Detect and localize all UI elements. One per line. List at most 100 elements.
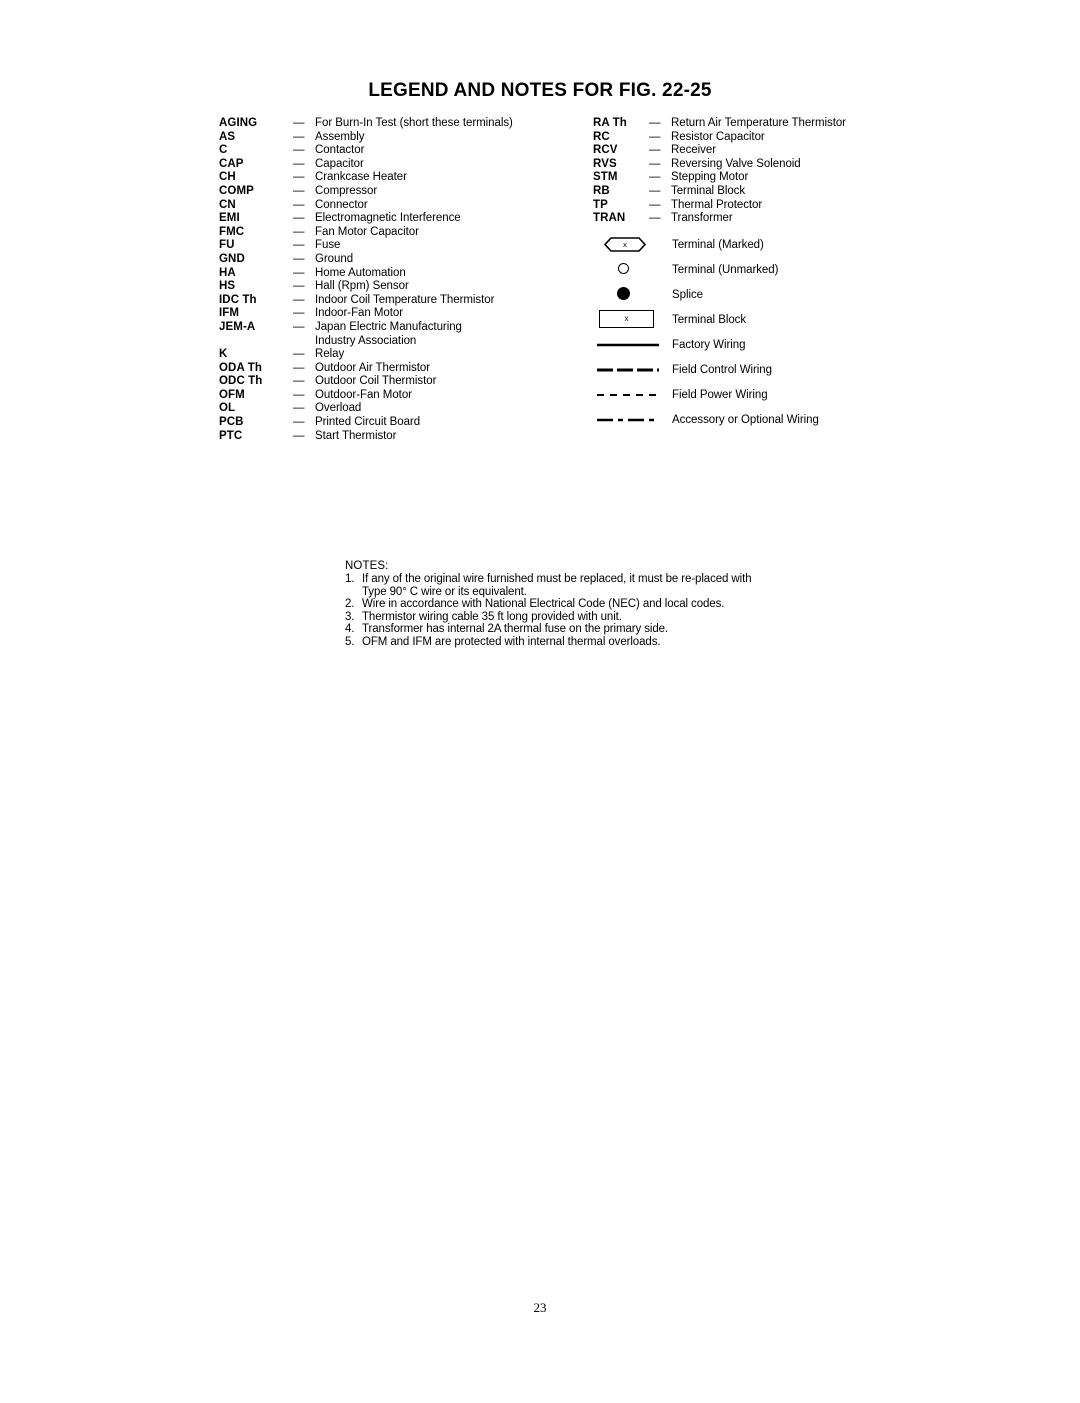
legend-column-right: RA Th — Return Air Temperature Thermistor R… <box>593 117 923 226</box>
legend-dash: — <box>649 130 661 143</box>
legend-dash: — <box>293 320 305 333</box>
legend-definition: Outdoor Air Thermistor <box>315 361 431 374</box>
legend-abbreviation: TRAN <box>593 212 626 225</box>
legend-abbreviation: JEM-A <box>219 320 256 333</box>
note-text: Transformer has internal 2A thermal fuse… <box>362 623 669 636</box>
legend-definition: Start Thermistor <box>315 429 397 442</box>
document-page: LEGEND AND NOTES FOR FIG. 22-25 AGING — Fo… <box>0 0 1080 1403</box>
legend-abbreviation: K <box>219 348 228 361</box>
legend-row: C — Contactor <box>219 144 564 158</box>
note-item: 2. Wire in accordance with National Elect… <box>345 598 775 611</box>
legend-dash: — <box>293 361 305 374</box>
legend-row: AS — Assembly <box>219 131 564 145</box>
legend-row: EMI — Electromagnetic Interference <box>219 212 564 226</box>
legend-definition: Contactor <box>315 144 365 157</box>
legend-dash: — <box>293 212 305 225</box>
legend-row: ODA Th — Outdoor Air Thermistor <box>219 362 564 376</box>
legend-definition: Outdoor Coil Thermistor <box>315 375 437 388</box>
note-number: 5. <box>345 635 355 648</box>
legend-definition: Capacitor <box>315 157 364 170</box>
legend-abbreviation: AS <box>219 130 236 143</box>
legend-abbreviation: COMP <box>219 184 254 197</box>
legend-abbreviation: FMC <box>219 225 245 238</box>
legend-dash: — <box>293 225 305 238</box>
legend-definition: Indoor-Fan Motor <box>315 307 404 320</box>
legend-dash: — <box>293 402 305 415</box>
legend-abbreviation: OL <box>219 402 236 415</box>
note-item: 3. Thermistor wiring cable 35 ft long pro… <box>345 611 775 624</box>
notes-block: NOTES: 1. If any of the original wire fur… <box>345 560 775 649</box>
legend-row: RB — Terminal Block <box>593 185 923 199</box>
symbol-label: Accessory or Optional Wiring <box>672 413 819 426</box>
legend-abbreviation: C <box>219 144 228 157</box>
legend-dash: — <box>293 293 305 306</box>
symbol-label: Terminal Block <box>672 313 747 326</box>
legend-definition: Fuse <box>315 239 341 252</box>
symbol-label: Terminal (Unmarked) <box>672 263 779 276</box>
legend-column-left: AGING — For Burn-In Test (short these term… <box>219 117 564 443</box>
legend-row: GND — Ground <box>219 253 564 267</box>
symbol-row: x Terminal (Marked) <box>593 232 923 257</box>
legend-abbreviation: PTC <box>219 429 243 442</box>
terminal-block-marker-label: x <box>624 314 629 323</box>
legend-definition: Outdoor-Fan Motor <box>315 388 412 401</box>
legend-dash: — <box>293 375 305 388</box>
legend-abbreviation: ODA Th <box>219 361 262 374</box>
symbol-row: Splice <box>593 282 923 307</box>
legend-row: FMC — Fan Motor Capacitor <box>219 226 564 240</box>
note-item: 5. OFM and IFM are protected with interna… <box>345 636 775 649</box>
legend-abbreviation: GND <box>219 252 245 265</box>
legend-row: RCV — Receiver <box>593 144 923 158</box>
solid-line-icon <box>593 332 672 357</box>
page-title: LEGEND AND NOTES FOR FIG. 22-25 <box>368 80 712 101</box>
legend-row: OL — Overload <box>219 402 564 416</box>
legend-row: RA Th — Return Air Temperature Thermistor <box>593 117 923 131</box>
legend-row: COMP — Compressor <box>219 185 564 199</box>
legend-row: TP — Thermal Protector <box>593 199 923 213</box>
note-text: OFM and IFM are protected with internal … <box>362 635 661 648</box>
legend-row: HA — Home Automation <box>219 267 564 281</box>
symbol-label: Factory Wiring <box>672 338 746 351</box>
legend-abbreviation: FU <box>219 239 235 252</box>
legend-dash: — <box>649 117 661 129</box>
legend-definition: Reversing Valve Solenoid <box>671 157 801 170</box>
legend-definition: Resistor Capacitor <box>671 130 765 143</box>
legend-definition: Return Air Temperature Thermistor <box>671 117 846 129</box>
legend-abbreviation: CAP <box>219 157 244 170</box>
legend-row: IDC Th — Indoor Coil Temperature Thermisto… <box>219 294 564 308</box>
note-number: 4. <box>345 623 355 636</box>
legend-dash: — <box>293 307 305 320</box>
note-text: If any of the original wire furnished mu… <box>362 573 752 598</box>
symbol-row: Field Power Wiring <box>593 382 923 407</box>
legend-dash: — <box>293 157 305 170</box>
legend-dash: — <box>293 117 305 129</box>
legend-definition: Compressor <box>315 184 378 197</box>
legend-definition: Stepping Motor <box>671 171 749 184</box>
legend-row: STM — Stepping Motor <box>593 171 923 185</box>
legend-definition: Overload <box>315 402 362 415</box>
legend-abbreviation: CH <box>219 171 236 184</box>
hexagon-terminal-icon: x <box>593 232 672 257</box>
symbol-row: Terminal (Unmarked) <box>593 257 923 282</box>
legend-definition: Receiver <box>671 144 716 157</box>
legend-abbreviation: RA Th <box>593 117 627 129</box>
legend-row: PCB — Printed Circuit Board <box>219 416 564 430</box>
legend-definition: Assembly <box>315 130 365 143</box>
legend-dash: — <box>293 198 305 211</box>
notes-list: 1. If any of the original wire furnished … <box>345 573 775 649</box>
legend-dash: — <box>293 144 305 157</box>
long-dash-line-icon <box>593 357 672 382</box>
legend-dash: — <box>293 252 305 265</box>
symbol-row: Accessory or Optional Wiring <box>593 407 923 432</box>
legend-dash: — <box>293 280 305 293</box>
symbol-row: Field Control Wiring <box>593 357 923 382</box>
legend-dash: — <box>649 212 661 225</box>
legend-abbreviation: RVS <box>593 157 617 170</box>
legend-dash: — <box>293 130 305 143</box>
legend-definition: Ground <box>315 252 354 265</box>
legend-abbreviation: PCB <box>219 416 244 429</box>
legend-definition: Thermal Protector <box>671 198 763 211</box>
legend-dash: — <box>293 388 305 401</box>
legend-row: K — Relay <box>219 348 564 362</box>
legend-dash: — <box>293 416 305 429</box>
